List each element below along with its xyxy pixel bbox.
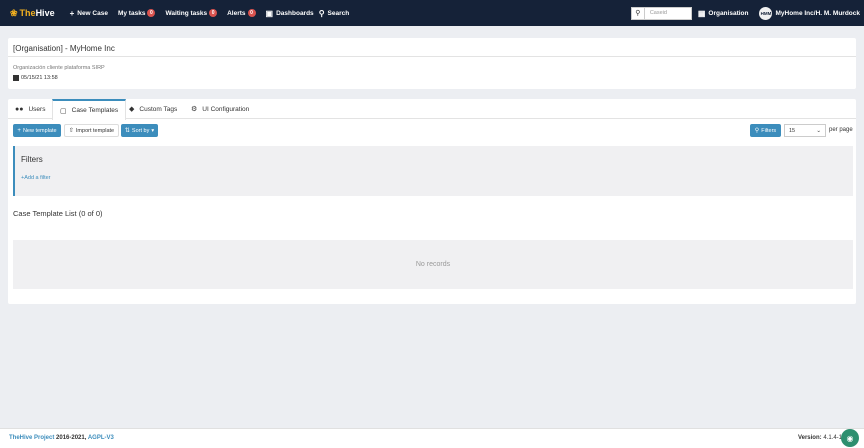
navbar-right: ⚲ Caseid ▦ Organisation HMM MyHome Inc/H… <box>630 0 864 26</box>
new-template-button[interactable]: + New template <box>13 124 61 137</box>
building-icon: ▦ <box>697 8 706 18</box>
user-name: MyHome Inc/H. M. Murdock <box>775 9 860 17</box>
users-icon: ●● <box>15 105 24 113</box>
dashboards-label: Dashboards <box>276 9 314 17</box>
brand-hive: Hive <box>35 8 55 18</box>
sort-by-button[interactable]: ⇅ Sort by ▾ <box>121 124 158 137</box>
user-menu[interactable]: HMM MyHome Inc/H. M. Murdock <box>759 6 860 20</box>
caseid-input[interactable]: Caseid <box>643 6 692 20</box>
upload-icon: ⇧ <box>68 128 74 134</box>
cogs-icon: ⚙ <box>191 106 198 113</box>
search-label: Search <box>327 9 350 17</box>
per-page-label: per page <box>829 127 853 133</box>
caseid-search: ⚲ Caseid <box>630 6 692 20</box>
bee-icon: ❀ <box>10 7 18 18</box>
caret-down-icon: ▾ <box>151 127 155 134</box>
search-button[interactable]: ⚲ Search <box>319 9 350 18</box>
footer-version: Version: 4.1.4-1 <box>798 435 842 441</box>
tab-custom-tags[interactable]: ◆ Custom Tags <box>122 99 184 119</box>
chat-icon[interactable]: ◉ <box>841 429 859 447</box>
waiting-tasks-button[interactable]: Waiting tasks 0 <box>165 9 218 17</box>
chevron-down-icon: ⌄ <box>816 127 821 134</box>
sort-by-label: Sort by <box>131 127 150 134</box>
tab-bar: ●● Users ▢ Case Templates ◆ Custom Tags … <box>8 99 856 120</box>
filters-panel: Filters +Add a filter <box>13 146 853 196</box>
organisation-label: Organisation <box>708 9 749 17</box>
sort-icon: ⇅ <box>124 128 130 134</box>
brand-the: The <box>19 8 36 18</box>
page-title: [Organisation] - MyHome Inc <box>13 44 115 53</box>
org-date: 05/15/21 13:58 <box>13 75 58 81</box>
footer-years: 2016-2021, <box>54 435 88 441</box>
alerts-label: Alerts <box>227 9 246 17</box>
new-case-button[interactable]: + New Case <box>70 9 108 18</box>
per-page-select[interactable]: 15 ⌄ <box>784 124 826 137</box>
tab-case-templates-label: Case Templates <box>71 107 119 114</box>
search-icon: ⚲ <box>630 6 644 20</box>
search-icon: ⚲ <box>318 8 325 18</box>
new-case-label: New Case <box>77 9 108 17</box>
import-template-label: Import template <box>75 127 115 134</box>
tag-icon: ◆ <box>129 106 135 113</box>
dashboards-button[interactable]: ▣ Dashboards <box>266 9 314 18</box>
plus-icon: + <box>17 127 21 134</box>
bar-chart-icon: ▣ <box>265 8 274 18</box>
tab-users-label: Users <box>28 105 46 113</box>
version-label: Version: <box>797 435 822 441</box>
alerts-button[interactable]: Alerts 0 <box>227 9 256 17</box>
footer-copyright: TheHive Project 2016-2021, AGPL-V3 <box>9 435 114 441</box>
filters-title: Filters <box>21 155 43 164</box>
plus-icon: + <box>69 8 75 18</box>
alerts-badge: 0 <box>247 9 256 17</box>
calendar-icon <box>13 75 19 81</box>
list-title: Case Template List (0 of 0) <box>13 209 103 218</box>
waiting-tasks-label: Waiting tasks <box>165 9 208 17</box>
filters-button[interactable]: ⚲ Filters <box>750 124 781 137</box>
add-filter-label: Add a filter <box>24 175 51 181</box>
avatar: HMM <box>759 6 773 20</box>
import-template-button[interactable]: ⇧ Import template <box>64 124 119 137</box>
empty-state: No records <box>13 240 853 289</box>
filters-button-label: Filters <box>761 127 777 134</box>
tab-users[interactable]: ●● Users <box>8 99 52 119</box>
new-template-label: New template <box>22 127 57 134</box>
tab-case-templates[interactable]: ▢ Case Templates <box>52 99 127 120</box>
tab-ui-configuration[interactable]: ⚙ UI Configuration <box>184 99 256 119</box>
org-date-value: 05/15/21 13:58 <box>21 75 58 81</box>
footer: TheHive Project 2016-2021, AGPL-V3 Versi… <box>0 428 864 448</box>
file-icon: ▢ <box>60 107 67 115</box>
license-link[interactable]: AGPL-V3 <box>88 435 114 441</box>
divider <box>8 56 856 57</box>
my-tasks-badge: 0 <box>147 9 156 17</box>
org-description: Organización cliente plataforma SIRP <box>13 65 105 71</box>
per-page-value: 15 <box>789 127 796 134</box>
project-link[interactable]: TheHive Project <box>9 435 54 441</box>
organisation-panel: [Organisation] - MyHome Inc Organización… <box>8 38 856 89</box>
organisation-button[interactable]: ▦ Organisation <box>698 9 749 18</box>
add-filter-link[interactable]: +Add a filter <box>21 175 51 181</box>
brand-logo[interactable]: ❀ The Hive <box>10 8 55 19</box>
tab-custom-tags-label: Custom Tags <box>139 105 178 113</box>
version-value: 4.1.4-1 <box>823 435 842 441</box>
tab-ui-configuration-label: UI Configuration <box>202 105 250 113</box>
waiting-tasks-badge: 0 <box>209 9 218 17</box>
my-tasks-label: My tasks <box>117 9 146 17</box>
main-panel: ●● Users ▢ Case Templates ◆ Custom Tags … <box>8 99 856 304</box>
my-tasks-button[interactable]: My tasks 0 <box>117 9 156 17</box>
search-icon: ⚲ <box>754 128 760 134</box>
top-navbar: ❀ The Hive + New Case My tasks 0 Waiting … <box>0 0 864 26</box>
